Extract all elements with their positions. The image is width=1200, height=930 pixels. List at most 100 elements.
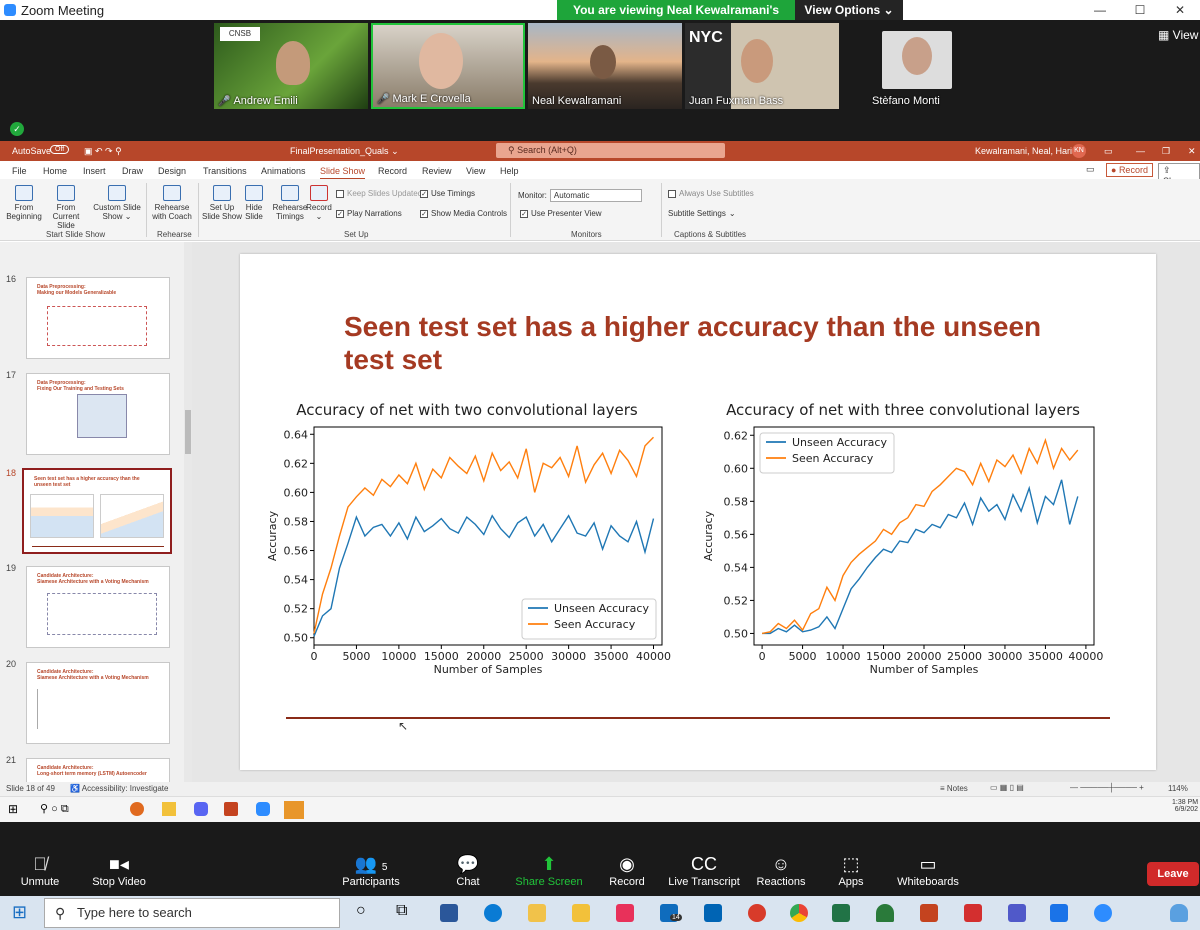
rehearse-timings-button[interactable]: Rehearse Timings — [272, 185, 308, 221]
close-icon[interactable]: ✕ — [1188, 146, 1196, 157]
tab-insert[interactable]: Insert — [83, 166, 106, 176]
cortana-icon[interactable]: ○ — [356, 902, 366, 920]
custom-show-button[interactable]: Custom Slide Show ⌄ — [92, 185, 142, 221]
footer-rule — [286, 717, 1110, 719]
slide-thumbnail[interactable]: Data Preprocessing: Making our Models Ge… — [26, 277, 170, 359]
rehearse-coach-button[interactable]: Rehearse with Coach — [150, 185, 194, 221]
calendar-icon[interactable] — [1050, 904, 1068, 922]
slide-thumbnail[interactable]: Candidate Architecture: Long-short term … — [26, 758, 170, 782]
tab-help[interactable]: Help — [500, 166, 519, 176]
y-tick-label: 0.58 — [284, 515, 309, 528]
comments-icon[interactable]: ▭ — [1086, 164, 1095, 175]
store-icon[interactable] — [528, 904, 546, 922]
x-tick-label: 0 — [759, 650, 766, 663]
tab-draw[interactable]: Draw — [122, 166, 143, 176]
from-current-button[interactable]: From Current Slide — [44, 185, 88, 230]
slide-thumbnail-selected[interactable]: Seen test set has a higher accuracy than… — [22, 468, 172, 554]
file-explorer-icon[interactable] — [572, 904, 590, 922]
security-shield-icon[interactable]: ✓ — [10, 122, 24, 136]
participant-tile[interactable]: CNSB 🎤 Andrew Emili — [214, 23, 368, 109]
view-button[interactable]: ▦ View — [1158, 28, 1198, 42]
presenter-view-checkbox[interactable]: ✓ Use Presenter View — [520, 209, 602, 218]
notes-button[interactable]: ≡ Notes — [940, 784, 968, 793]
user-avatar[interactable]: KN — [1072, 144, 1086, 158]
file-name[interactable]: FinalPresentation_Quals ⌄ — [290, 146, 399, 157]
restore-icon[interactable]: ❐ — [1162, 146, 1170, 157]
x-tick-label: 25000 — [947, 650, 982, 663]
app-icon[interactable] — [616, 904, 634, 922]
hide-slide-button[interactable]: Hide Slide — [238, 185, 270, 221]
slide-thumbnail[interactable]: Data Preprocessing: Fixing Our Training … — [26, 373, 170, 455]
taskbar-search[interactable]: ⚲ Type here to search — [44, 898, 340, 928]
participant-tile-active[interactable]: 🎤 Mark E Crovella — [371, 23, 525, 109]
slide-thumbnail[interactable]: Candidate Architecture: Siamese Architec… — [26, 662, 170, 744]
view-buttons[interactable]: ▭ ▦ ▯ ▤ — [990, 783, 1024, 792]
tab-animations[interactable]: Animations — [261, 166, 306, 176]
tab-file[interactable]: File — [12, 166, 27, 176]
participant-tile[interactable]: NYC Juan Fuxman Bass — [685, 23, 839, 109]
minimize-icon[interactable]: — — [1136, 146, 1145, 156]
keep-updated-checkbox[interactable]: Keep Slides Updated — [336, 189, 422, 198]
record-button[interactable]: ● Record — [1106, 163, 1153, 177]
record-slideshow-button[interactable]: Record ⌄ — [304, 185, 334, 221]
accessibility-status[interactable]: ♿ Accessibility: Investigate — [70, 784, 168, 793]
teams-icon[interactable] — [1008, 904, 1026, 922]
tab-transitions[interactable]: Transitions — [203, 166, 247, 176]
show-media-checkbox[interactable]: ✓ Show Media Controls — [420, 209, 507, 218]
use-timings-checkbox[interactable]: ✓ Use Timings — [420, 189, 475, 198]
participant-name: Neal Kewalramani — [532, 95, 622, 107]
tab-review[interactable]: Review — [422, 166, 452, 176]
current-slide[interactable]: Seen test set has a higher accuracy than… — [240, 254, 1156, 770]
search-input[interactable]: ⚲ Search (Alt+Q) — [496, 143, 725, 158]
zoom-slider[interactable]: — ─────┼──── + — [1070, 783, 1144, 792]
tab-design[interactable]: Design — [158, 166, 186, 176]
tree-icon[interactable] — [876, 904, 894, 922]
share-screen-button[interactable]: ⬆ Share Screen — [504, 852, 594, 888]
word-icon[interactable] — [440, 904, 458, 922]
powerpoint-icon[interactable] — [920, 904, 938, 922]
chrome-icon[interactable] — [790, 904, 808, 922]
chat-button[interactable]: 💬 Chat — [423, 852, 513, 888]
legend-label: Seen Accuracy — [792, 452, 874, 465]
chart-title: Accuracy of net with three convolutional… — [726, 401, 1080, 419]
unmute-button[interactable]: 🎙̸ Unmute — [0, 852, 85, 888]
save-icon[interactable]: ▣ ↶ ↷ ⚲ — [84, 146, 122, 157]
participants-button[interactable]: 👥 5 Participants — [326, 852, 416, 888]
ribbon-display-icon[interactable]: ▭ — [1104, 146, 1113, 157]
play-narrations-checkbox[interactable]: ✓ Play Narrations — [336, 209, 402, 218]
autosave-toggle[interactable]: Off — [50, 145, 70, 154]
whiteboards-button[interactable]: ▭ Whiteboards — [883, 852, 973, 888]
edge-icon[interactable] — [484, 904, 502, 922]
task-view-icon[interactable]: ⧉ — [396, 902, 407, 920]
participant-tile[interactable]: Neal Kewalramani — [528, 23, 682, 109]
firefox-icon — [130, 802, 144, 816]
slide-thumbnail[interactable]: Candidate Architecture: Siamese Architec… — [26, 566, 170, 648]
minimize-icon[interactable]: — — [1080, 0, 1120, 20]
discord-icon — [194, 802, 208, 816]
acrobat-icon[interactable] — [964, 904, 982, 922]
tab-slide-show[interactable]: Slide Show — [320, 166, 366, 180]
leave-button[interactable]: Leave — [1147, 862, 1199, 886]
monitor-select[interactable]: Monitor: Automatic — [518, 189, 642, 202]
always-subtitles-checkbox[interactable]: Always Use Subtitles — [668, 189, 754, 198]
zoom-icon — [256, 802, 270, 816]
from-beginning-button[interactable]: From Beginning — [2, 185, 46, 221]
subtitle-settings-dropdown[interactable]: Subtitle Settings ⌄ — [668, 209, 736, 218]
tab-home[interactable]: Home — [43, 166, 67, 176]
zoom-icon[interactable] — [1094, 904, 1112, 922]
outlook-icon[interactable] — [704, 904, 722, 922]
stop-video-button[interactable]: ■◂ Stop Video — [74, 852, 164, 888]
sync-icon[interactable] — [748, 904, 766, 922]
slide-title[interactable]: Seen test set has a higher accuracy than… — [344, 310, 1044, 376]
onedrive-icon[interactable] — [1170, 904, 1188, 922]
mail-icon[interactable]: 14 — [660, 904, 682, 922]
participant-tile[interactable]: Stèfano Monti — [842, 23, 996, 109]
thumbnail-scrollbar[interactable] — [184, 242, 192, 782]
tab-view[interactable]: View — [466, 166, 485, 176]
windows-start-icon[interactable]: ⊞ — [12, 902, 27, 923]
excel-icon[interactable] — [832, 904, 850, 922]
tab-record[interactable]: Record — [378, 166, 407, 176]
maximize-icon[interactable]: ☐ — [1120, 0, 1160, 20]
view-options-button[interactable]: View Options ⌄ — [795, 0, 903, 20]
close-icon[interactable]: ✕ — [1160, 0, 1200, 20]
